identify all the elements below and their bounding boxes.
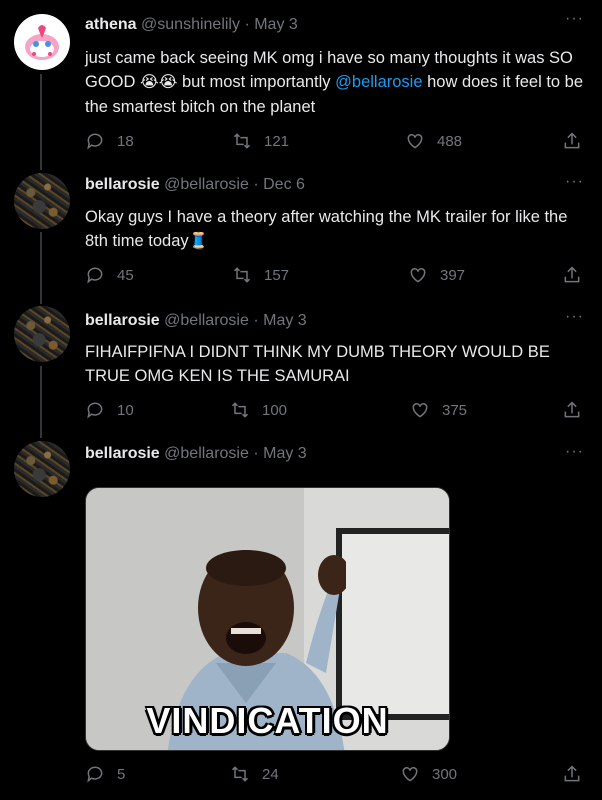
tweet-text: just came back seeing MK omg i have so m… <box>85 46 590 119</box>
share-button[interactable] <box>562 764 582 788</box>
like-count: 375 <box>442 401 468 419</box>
retweet-count: 121 <box>264 132 290 150</box>
timestamp[interactable]: · Dec 6 <box>253 176 305 193</box>
retweet-button[interactable]: 24 <box>230 764 279 784</box>
timestamp[interactable]: · May 3 <box>253 312 306 329</box>
retweet-icon <box>231 766 249 782</box>
reply-button[interactable]: 18 <box>85 131 134 151</box>
more-icon[interactable]: ··· <box>565 10 584 28</box>
tweet-header: bellarosie @bellarosie · May 3 <box>85 445 307 463</box>
mention-link[interactable]: @bellarosie <box>335 73 422 91</box>
tweet-text-part: FIHAIFPIFNA I DIDNT THINK MY DUMB THEORY… <box>85 343 550 385</box>
like-count: 397 <box>440 266 466 284</box>
tweet-actions: 10 100 375 <box>0 400 602 424</box>
retweet-count: 100 <box>262 401 288 419</box>
tweet-actions: 5 24 300 <box>0 764 602 788</box>
tweet-header: athena @sunshinelily · May 3 <box>85 16 298 34</box>
reply-count: 5 <box>117 765 126 783</box>
reply-icon <box>87 402 103 419</box>
tweet-text-part: but most importantly <box>177 73 336 91</box>
avatar[interactable] <box>14 173 70 229</box>
retweet-button[interactable]: 100 <box>230 400 287 420</box>
more-icon[interactable]: ··· <box>565 173 584 191</box>
like-icon <box>407 133 423 149</box>
reply-count: 45 <box>117 266 134 284</box>
retweet-icon <box>233 133 251 149</box>
like-button[interactable]: 375 <box>410 400 467 420</box>
reply-button[interactable]: 45 <box>85 265 134 285</box>
like-button[interactable]: 397 <box>408 265 465 285</box>
media-caption: VINDICATION <box>146 700 389 741</box>
tweet[interactable]: bellarosie @bellarosie · May 3 ··· FIHAI… <box>0 300 602 435</box>
tweet-media-image[interactable]: VINDICATION <box>85 487 450 751</box>
reply-count: 18 <box>117 132 134 150</box>
display-name[interactable]: bellarosie <box>85 445 160 462</box>
share-icon <box>564 266 580 283</box>
share-button[interactable] <box>562 265 582 289</box>
avatar[interactable] <box>14 441 70 497</box>
more-icon[interactable]: ··· <box>565 443 584 461</box>
more-icon[interactable]: ··· <box>565 308 584 326</box>
share-button[interactable] <box>562 400 582 424</box>
tweet[interactable]: bellarosie @bellarosie · Dec 6 ··· Okay … <box>0 165 602 300</box>
reply-count: 10 <box>117 401 134 419</box>
like-icon <box>410 267 426 283</box>
reply-icon <box>87 766 103 783</box>
tweet-text: Okay guys I have a theory after watching… <box>85 205 590 254</box>
thread-emoji: 🧵 <box>188 233 209 250</box>
tweet-header: bellarosie @bellarosie · Dec 6 <box>85 176 305 194</box>
reply-icon <box>87 267 103 284</box>
reply-button[interactable]: 10 <box>85 400 134 420</box>
share-button[interactable] <box>562 131 582 155</box>
retweet-count: 24 <box>262 765 279 783</box>
retweet-button[interactable]: 121 <box>232 131 289 151</box>
retweet-button[interactable]: 157 <box>232 265 289 285</box>
timestamp[interactable]: · May 3 <box>253 445 306 462</box>
handle[interactable]: @bellarosie <box>164 312 249 329</box>
retweet-icon <box>231 402 249 418</box>
like-count: 488 <box>437 132 463 150</box>
retweet-count: 157 <box>264 266 290 284</box>
tweet-header: bellarosie @bellarosie · May 3 <box>85 312 307 330</box>
like-icon <box>402 766 418 782</box>
handle[interactable]: @bellarosie <box>164 445 249 462</box>
reply-icon <box>87 133 103 150</box>
tweet-text: FIHAIFPIFNA I DIDNT THINK MY DUMB THEORY… <box>85 340 575 388</box>
like-button[interactable]: 488 <box>405 131 462 151</box>
share-icon <box>564 765 580 782</box>
crying-emoji: 😭😭 <box>140 74 178 91</box>
share-icon <box>564 401 580 418</box>
avatar[interactable] <box>14 306 70 362</box>
display-name[interactable]: athena <box>85 16 137 33</box>
tweet[interactable]: athena @sunshinelily · May 3 ··· just ca… <box>0 0 602 165</box>
tweet-text-part: Okay guys I have a theory after watching… <box>85 208 568 250</box>
avatar[interactable] <box>14 14 70 70</box>
retweet-icon <box>233 267 251 283</box>
reply-button[interactable]: 5 <box>85 764 125 784</box>
handle[interactable]: @sunshinelily <box>141 16 240 33</box>
tweet-actions: 45 157 397 <box>0 265 602 289</box>
handle[interactable]: @bellarosie <box>164 176 249 193</box>
like-icon <box>412 402 428 418</box>
like-count: 300 <box>432 765 458 783</box>
share-icon <box>564 132 580 149</box>
timestamp[interactable]: · May 3 <box>244 16 297 33</box>
like-button[interactable]: 300 <box>400 764 457 784</box>
display-name[interactable]: bellarosie <box>85 176 160 193</box>
display-name[interactable]: bellarosie <box>85 312 160 329</box>
tweet-actions: 18 121 488 <box>0 131 602 155</box>
